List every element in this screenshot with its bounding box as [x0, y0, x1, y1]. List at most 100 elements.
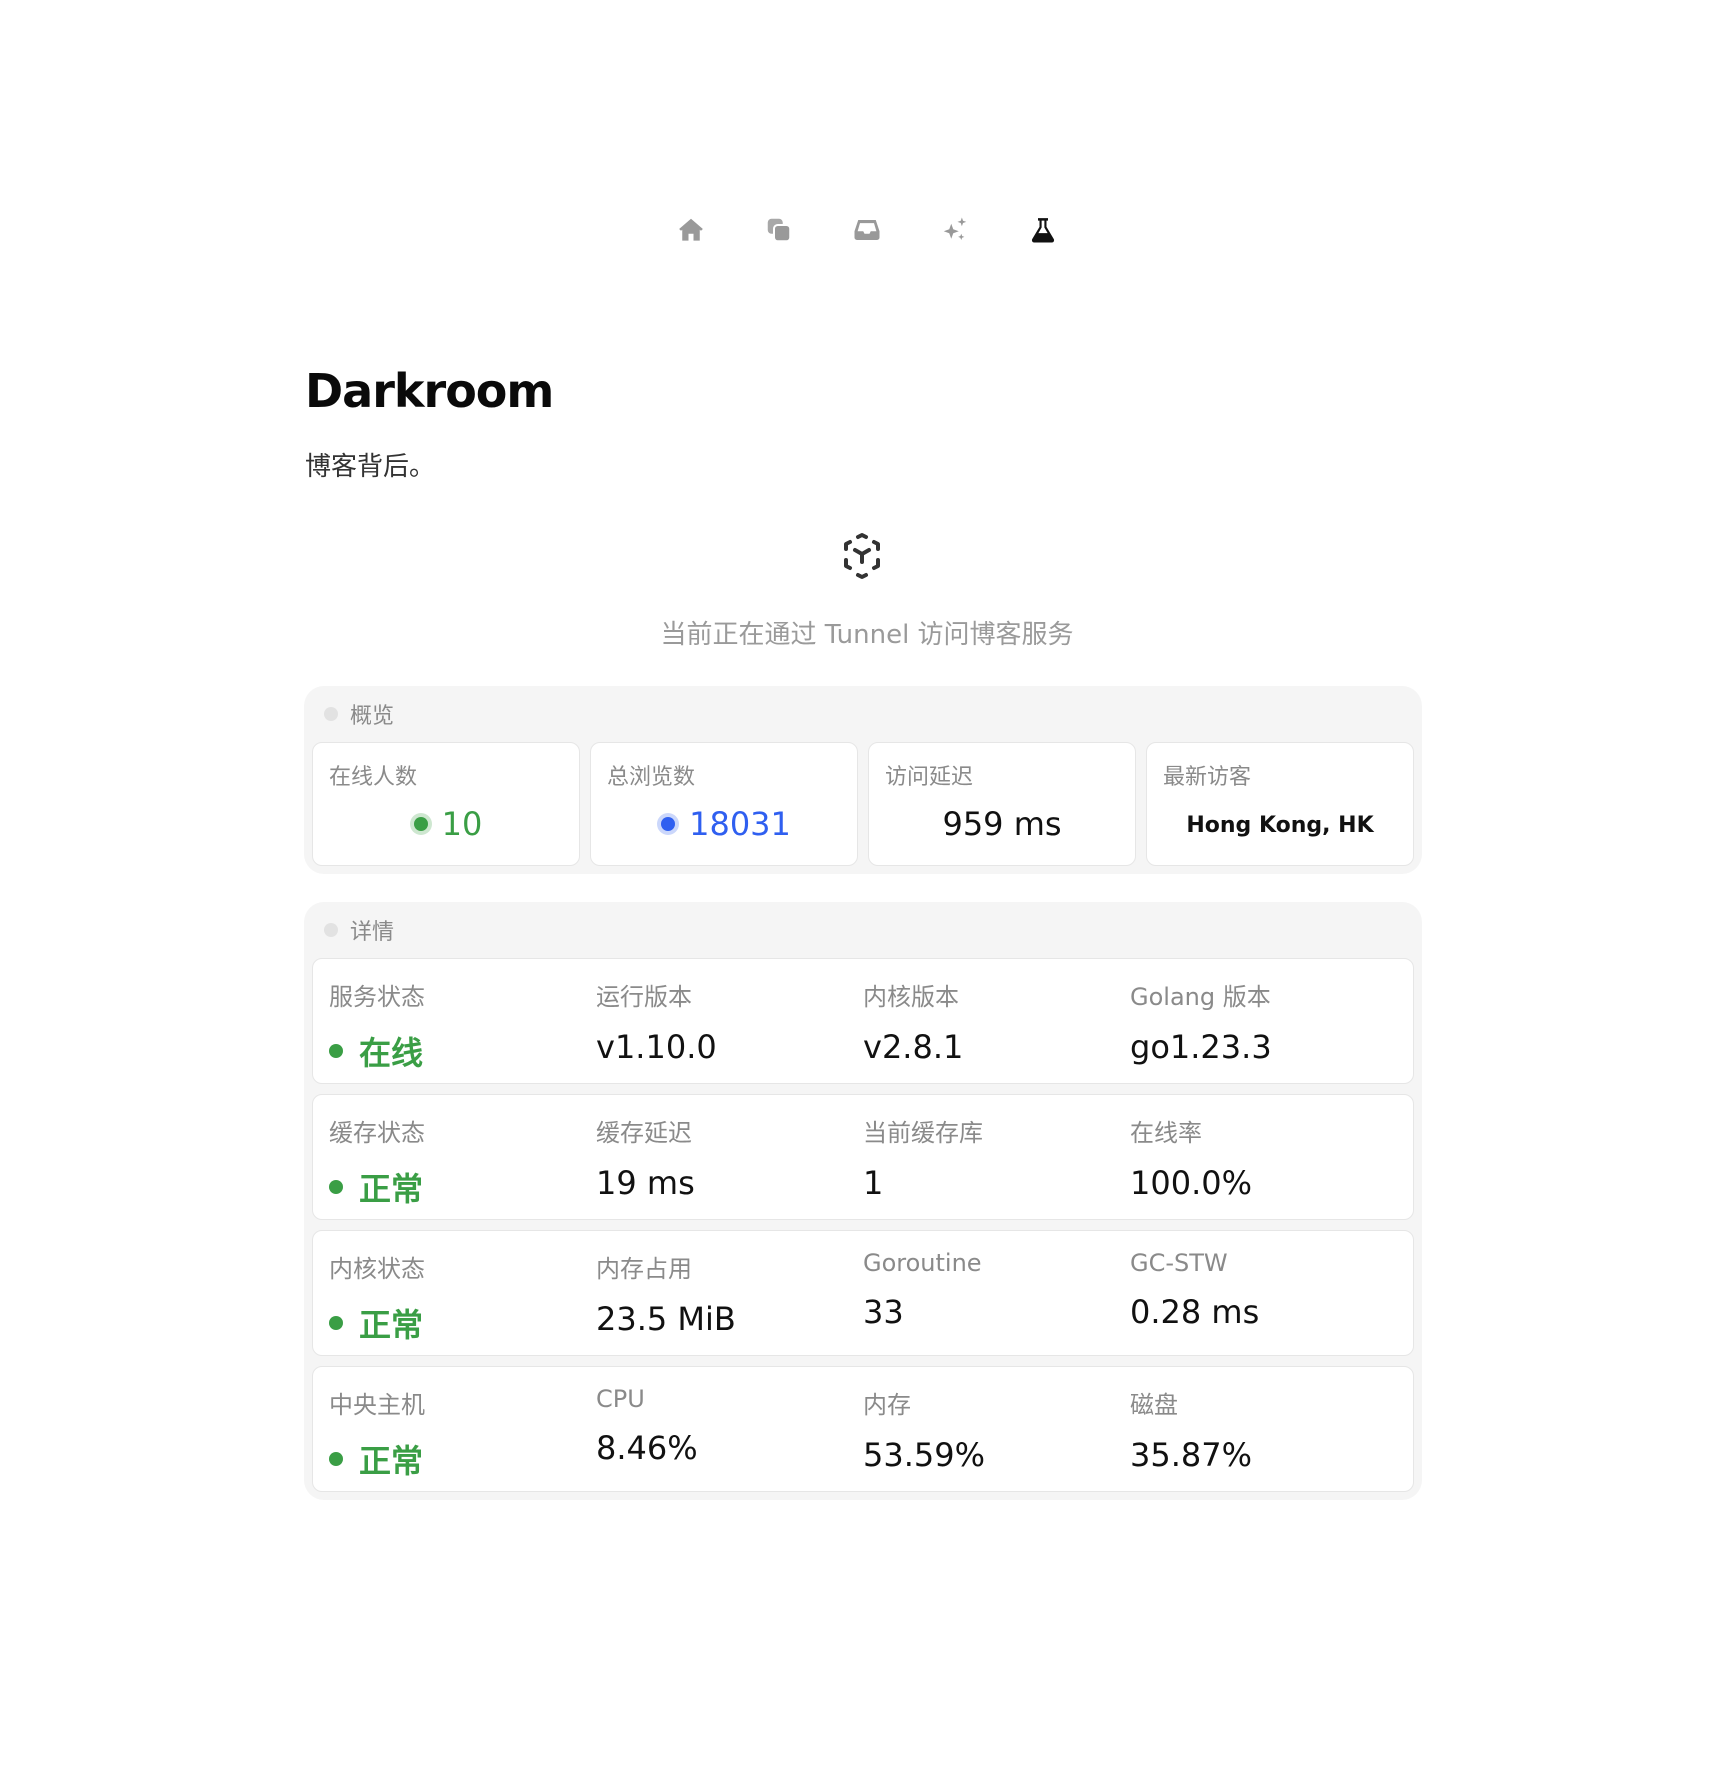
run-version-value: v1.10.0: [596, 1028, 717, 1066]
detail-row-service: 服务状态 在线 运行版本 v1.10.0 内核版本 v2.8.1 Golang …: [312, 958, 1414, 1084]
kernel-version-label: 内核版本: [863, 983, 959, 1011]
total-views-label: 总浏览数: [607, 765, 696, 790]
total-views-value: 18031: [689, 805, 791, 843]
page-title: Darkroom: [305, 364, 554, 418]
online-count-label: 在线人数: [329, 765, 418, 790]
total-views-card: 总浏览数 18031: [590, 742, 858, 866]
details-header: 详情: [312, 902, 1414, 958]
detail-cell: 缓存状态 正常: [329, 1113, 596, 1219]
nav-sparkles[interactable]: [937, 212, 973, 248]
host-memory-label: 内存: [863, 1391, 911, 1419]
nav-home[interactable]: [673, 212, 709, 248]
tunnel-icon: [844, 533, 880, 579]
service-status-value: 在线: [359, 1034, 424, 1072]
status-dot: [329, 1044, 343, 1058]
nav-inbox[interactable]: [849, 212, 885, 248]
golang-version-label: Golang 版本: [1130, 983, 1271, 1011]
copy-icon: [767, 218, 792, 243]
cache-latency-label: 缓存延迟: [596, 1119, 692, 1147]
host-memory-value: 53.59%: [863, 1436, 986, 1474]
status-dot: [329, 1180, 343, 1194]
overview-panel: 概览 在线人数 10 总浏览数 18031 访问延迟 959 ms 最新访客 H…: [304, 686, 1422, 874]
details-label: 详情: [350, 920, 395, 945]
detail-cell: 在线率 100.0%: [1130, 1113, 1397, 1219]
service-status-label: 服务状态: [329, 983, 425, 1011]
panel-dot: [324, 707, 338, 721]
disk-label: 磁盘: [1130, 1391, 1178, 1419]
cpu-value: 8.46%: [596, 1429, 698, 1467]
service-status-value-wrap: 在线: [329, 1028, 596, 1074]
cache-latency-value: 19 ms: [596, 1164, 695, 1202]
online-count-card: 在线人数 10: [312, 742, 580, 866]
online-count-value-wrap: 10: [313, 805, 579, 843]
detail-cell: 内核状态 正常: [329, 1249, 596, 1355]
cache-status-value: 正常: [359, 1170, 424, 1208]
tunnel-status-text: 当前正在通过 Tunnel 访问博客服务: [660, 620, 1074, 650]
latest-visitor-card: 最新访客 Hong Kong, HK: [1146, 742, 1414, 866]
detail-cell: 磁盘 35.87%: [1130, 1385, 1397, 1491]
detail-cell: 运行版本 v1.10.0: [596, 977, 863, 1083]
uptime-rate-label: 在线率: [1130, 1119, 1202, 1147]
detail-cell: 内核版本 v2.8.1: [863, 977, 1130, 1083]
sparkles-icon: [943, 217, 967, 240]
uptime-rate-value: 100.0%: [1130, 1164, 1253, 1202]
top-nav: [0, 212, 1734, 248]
overview-label: 概览: [350, 704, 395, 729]
detail-cell: Goroutine 33: [863, 1249, 1130, 1355]
detail-row-kernel: 内核状态 正常 内存占用 23.5 MiB Goroutine 33 GC-ST…: [312, 1230, 1414, 1356]
detail-cell: 内存 53.59%: [863, 1385, 1130, 1491]
latency-card: 访问延迟 959 ms: [868, 742, 1136, 866]
total-views-value-wrap: 18031: [591, 805, 857, 843]
kernel-status-label: 内核状态: [329, 1255, 425, 1283]
cache-status-value-wrap: 正常: [329, 1164, 596, 1210]
nav-copy[interactable]: [761, 212, 797, 248]
kernel-version-value: v2.8.1: [863, 1028, 964, 1066]
status-dot: [329, 1316, 343, 1330]
gc-stw-value: 0.28 ms: [1130, 1293, 1260, 1331]
cache-db-value: 1: [863, 1164, 884, 1202]
detail-cell: 当前缓存库 1: [863, 1113, 1130, 1219]
detail-cell: 中央主机 正常: [329, 1385, 596, 1491]
run-version-label: 运行版本: [596, 983, 692, 1011]
detail-row-cache: 缓存状态 正常 缓存延迟 19 ms 当前缓存库 1 在线率 100.0%: [312, 1094, 1414, 1220]
golang-version-value: go1.23.3: [1130, 1028, 1272, 1066]
detail-cell: CPU 8.46%: [596, 1385, 863, 1491]
detail-cell: 缓存延迟 19 ms: [596, 1113, 863, 1219]
cache-status-label: 缓存状态: [329, 1119, 425, 1147]
views-pulse-dot: [657, 813, 680, 835]
latest-visitor-label: 最新访客: [1163, 765, 1252, 790]
online-pulse-dot: [409, 813, 432, 835]
detail-cell: 内存占用 23.5 MiB: [596, 1249, 863, 1355]
latency-value: 959 ms: [942, 805, 1062, 843]
details-panel: 详情 服务状态 在线 运行版本 v1.10.0 内核版本 v2.8.1 Gola…: [304, 902, 1422, 1500]
detail-cell: 服务状态 在线: [329, 977, 596, 1083]
page-subtitle: 博客背后。: [305, 452, 436, 482]
nav-lab[interactable]: [1025, 212, 1061, 248]
latency-label: 访问延迟: [885, 765, 974, 790]
memory-usage-label: 内存占用: [596, 1255, 692, 1283]
detail-row-host: 中央主机 正常 CPU 8.46% 内存 53.59% 磁盘 35.87%: [312, 1366, 1414, 1492]
kernel-status-value: 正常: [359, 1306, 424, 1344]
home-icon: [679, 218, 703, 241]
latest-visitor-value: Hong Kong, HK: [1186, 813, 1374, 838]
panel-dot: [324, 923, 338, 937]
overview-grid: 在线人数 10 总浏览数 18031 访问延迟 959 ms 最新访客 Hong…: [312, 742, 1414, 866]
disk-value: 35.87%: [1130, 1436, 1253, 1474]
detail-cell: Golang 版本 go1.23.3: [1130, 977, 1397, 1083]
host-status-label: 中央主机: [329, 1391, 425, 1419]
cache-db-label: 当前缓存库: [863, 1119, 983, 1147]
online-count-value: 10: [441, 805, 483, 843]
memory-usage-value: 23.5 MiB: [596, 1300, 736, 1338]
gc-stw-label: GC-STW: [1130, 1249, 1228, 1277]
status-dot: [329, 1452, 343, 1466]
flask-icon: [1031, 218, 1055, 243]
kernel-status-value-wrap: 正常: [329, 1300, 596, 1346]
host-status-value: 正常: [359, 1442, 424, 1480]
detail-cell: GC-STW 0.28 ms: [1130, 1249, 1397, 1355]
goroutine-value: 33: [863, 1293, 904, 1331]
goroutine-label: Goroutine: [863, 1249, 982, 1277]
inbox-icon: [854, 220, 880, 240]
host-status-value-wrap: 正常: [329, 1436, 596, 1482]
cpu-label: CPU: [596, 1385, 645, 1413]
overview-header: 概览: [312, 686, 1414, 742]
